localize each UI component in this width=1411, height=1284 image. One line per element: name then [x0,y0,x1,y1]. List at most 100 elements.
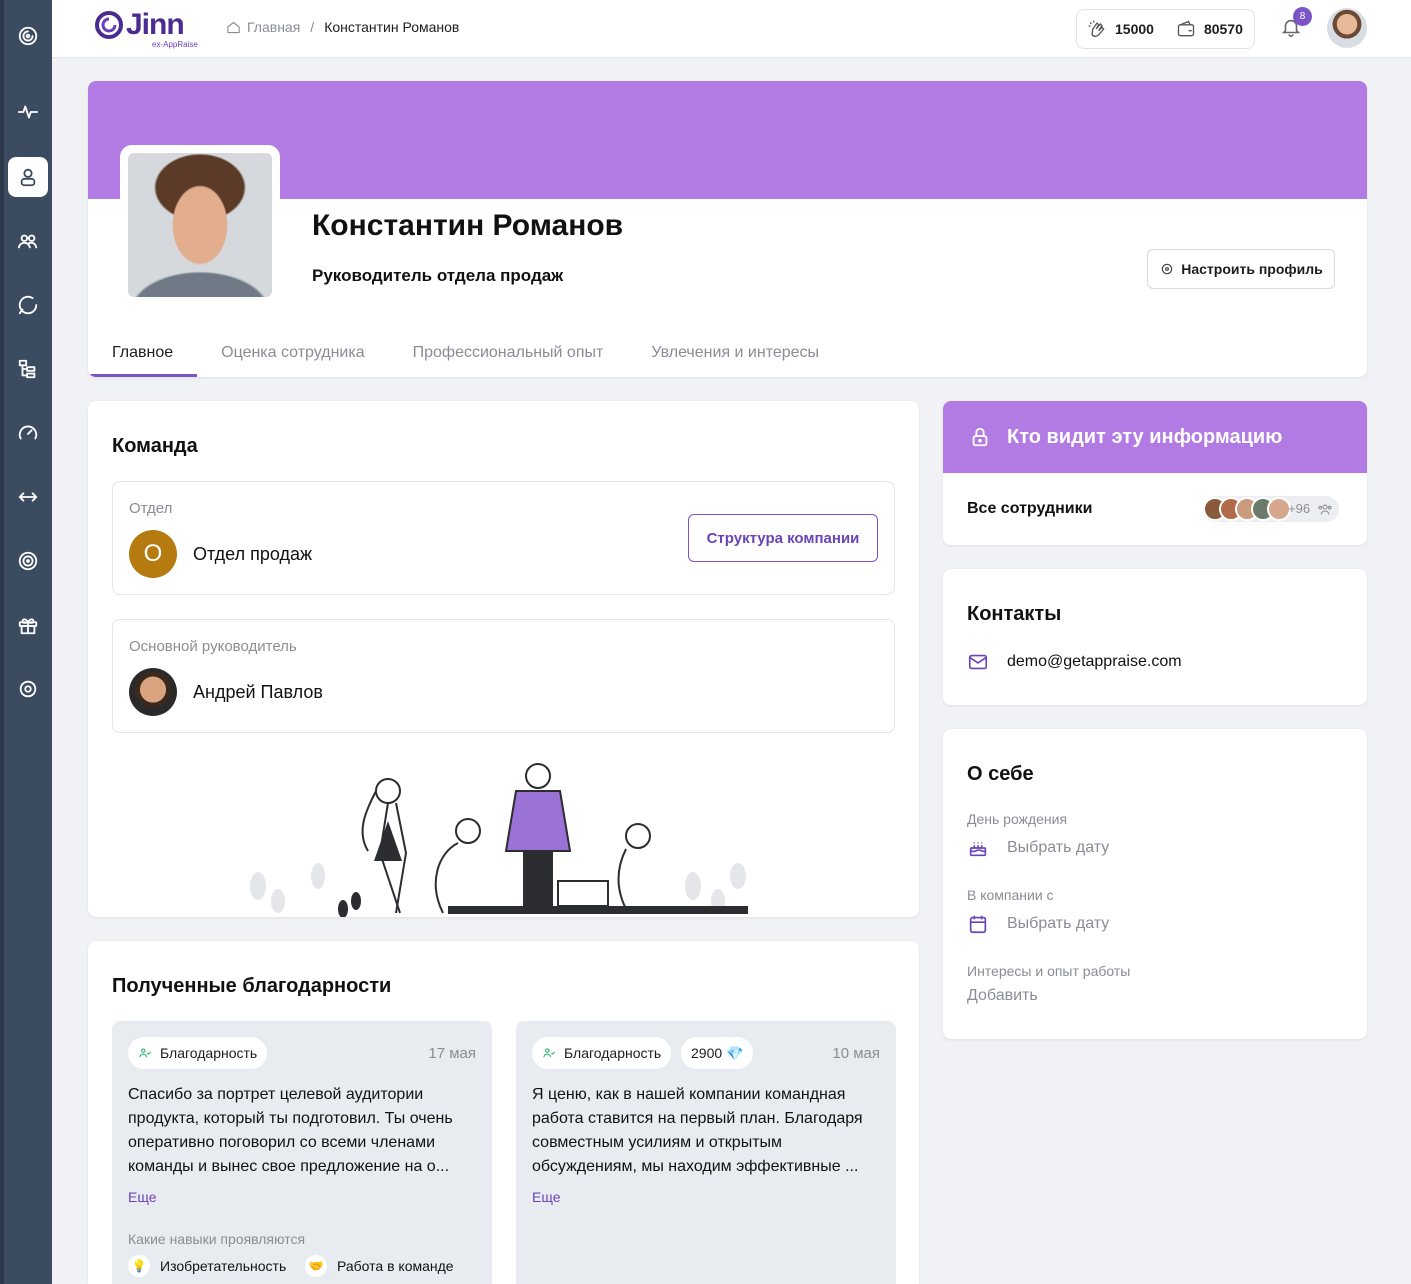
logo-subtext: ex-AppRaise [152,40,198,49]
thanks-more-link[interactable]: Еще [532,1189,561,1205]
profile-role: Руководитель отдела продаж [312,266,564,285]
balance-count: 80570 [1203,21,1243,37]
manager-box: Основной руководитель Андрей Павлов [112,619,895,733]
manager-label: Основной руководитель [129,638,297,655]
skill-label: Работа в команде [337,1258,454,1274]
contacts-card: Контакты demo@getappraise.com [943,569,1367,705]
birthday-value: Выбрать дату [1007,839,1110,856]
thanks-more-link[interactable]: Еще [128,1189,157,1205]
profile-tabs: Главное Оценка сотрудника Профессиональн… [88,329,843,377]
birthday-label: День рождения [967,811,1068,827]
contacts-title: Контакты [967,603,1062,625]
tab-interests[interactable]: Увлечения и интересы [627,329,843,377]
thanks-chip-label: Благодарность [160,1045,258,1061]
birthday-picker[interactable]: Выбрать дату [967,837,1109,859]
handshake-icon: 🤝 [305,1255,327,1277]
team-illustration [250,763,748,917]
thanks-chip: Благодарность [532,1037,672,1069]
people-icon [139,1048,152,1058]
profile-card: Константин Романов Руководитель отдела п… [88,81,1367,377]
email-row[interactable]: demo@getappraise.com [967,651,1182,673]
configure-profile-button[interactable]: Настроить профиль [1147,249,1335,289]
profile-name: Константин Романов [312,209,624,242]
thanks-chip-label: Благодарность [564,1045,662,1061]
lock-icon [969,426,991,448]
lightbulb-icon: 💡 [128,1255,150,1277]
thanks-chip: Благодарность [128,1037,268,1069]
visibility-header: Кто видит эту информацию [943,401,1367,473]
team-card: Команда Отдел О Отдел продаж Структура к… [88,401,919,917]
manager-avatar[interactable] [129,668,177,716]
breadcrumb: Главная / Константин Романов [226,19,459,35]
joined-picker[interactable]: Выбрать дату [967,913,1109,935]
tab-main[interactable]: Главное [88,329,198,377]
thanks-date: 17 мая [428,1045,476,1062]
calendar-icon [969,915,987,934]
notifications-badge: 8 [1293,7,1312,26]
breadcrumb-home[interactable]: Главная [247,19,300,35]
team-icon[interactable] [8,221,48,261]
skill-badge: 🤝 Работа в команде [305,1255,454,1277]
structure-icon[interactable] [8,349,48,389]
breadcrumb-separator: / [310,19,315,35]
profile-photo-frame [120,145,280,305]
profile-icon[interactable] [8,157,48,197]
about-card: О себе День рождения Выбрать дату В комп… [943,729,1367,1039]
wallet-icon [1177,20,1195,37]
thanks-card: Полученные благодарности Благодарность 1… [88,941,919,1284]
visibility-card: Кто видит эту информацию Все сотрудники … [943,401,1367,545]
sidebar [0,0,52,1284]
skill-label: Изобретательность [160,1258,287,1274]
thanks-title: Полученные благодарности [112,975,392,997]
app-logo-icon[interactable] [8,16,48,56]
wallet-balance[interactable]: 15000 80570 [1076,9,1255,49]
tab-experience[interactable]: Профессиональный опыт [389,329,628,377]
interests-label: Интересы и опыт работы [967,963,1131,979]
mail-icon [968,654,988,670]
department-box: Отдел О Отдел продаж Структура компании [112,481,895,595]
top-header: Jinn ex-AppRaise Главная / Константин Ро… [52,0,1411,58]
audience-avatar-stack[interactable]: +96 [1203,496,1339,522]
user-avatar[interactable] [1327,8,1367,48]
department-name[interactable]: Отдел продаж [193,544,312,565]
skill-badge: 💡 Изобретательность [128,1255,286,1277]
exchange-icon[interactable] [8,477,48,517]
interests-add[interactable]: Добавить [967,987,1038,1005]
manager-name[interactable]: Андрей Павлов [193,682,323,703]
thanks-text: Я ценю, как в нашей компании командная р… [532,1086,863,1175]
about-title: О себе [967,763,1034,785]
team-title: Команда [112,435,198,457]
department-avatar: О [129,530,177,578]
points-chip: 2900 💎 [681,1037,754,1069]
thanks-item[interactable]: Благодарность 2900 💎 10 мая Я ценю, как … [516,1021,896,1284]
department-label: Отдел [129,500,173,517]
logo-swirl-icon [95,11,123,39]
company-structure-button[interactable]: Структура компании [688,514,878,562]
audience-extra-count: +96 [1288,501,1311,516]
profile-photo[interactable] [128,153,272,297]
visibility-title: Кто видит эту информацию [1007,426,1283,448]
people-icon [543,1048,556,1058]
tab-evaluation[interactable]: Оценка сотрудника [197,329,388,377]
visibility-audience: Все сотрудники [967,500,1093,517]
configure-profile-label: Настроить профиль [1181,261,1323,277]
logo-text: Jinn [126,8,185,41]
joined-value: Выбрать дату [1007,915,1110,932]
gauge-icon[interactable] [8,413,48,453]
thanks-date: 10 мая [832,1045,880,1062]
target-icon[interactable] [8,541,48,581]
claps-count: 15000 [1115,21,1154,37]
thanks-item[interactable]: Благодарность 17 мая Спасибо за портрет … [112,1021,492,1284]
pulse-icon[interactable] [8,92,48,132]
settings-gear-icon[interactable] [8,669,48,709]
email-value[interactable]: demo@getappraise.com [1007,653,1182,671]
cake-icon [969,842,987,857]
jinn-logo[interactable]: Jinn ex-AppRaise [94,6,204,50]
gear-icon [1161,263,1173,275]
skills-label: Какие навыки проявляются [128,1231,306,1247]
breadcrumb-current: Константин Романов [324,19,460,35]
chat-icon[interactable] [8,285,48,325]
gift-icon[interactable] [8,605,48,645]
joined-label: В компании с [967,887,1054,903]
home-icon[interactable] [226,20,241,35]
